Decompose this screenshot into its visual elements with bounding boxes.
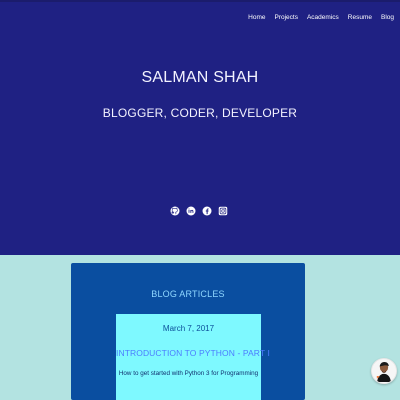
nav-academics[interactable]: Academics	[307, 14, 339, 21]
page: Home Projects Academics Resume Blog SALM…	[0, 0, 400, 400]
hero-tagline: BLOGGER, CODER, DEVELOPER	[102, 106, 298, 120]
facebook-icon[interactable]	[202, 206, 212, 216]
hero-name: SALMAN SHAH	[141, 69, 259, 86]
article-card[interactable]: March 7, 2017 INTRODUCTION TO PYTHON - P…	[116, 314, 270, 400]
article-title[interactable]: INTRODUCTION TO PYTHON - PART I	[116, 348, 270, 358]
blog-articles-panel: BLOG ARTICLES March 7, 2017 INTRODUCTION…	[71, 263, 305, 400]
avatar[interactable]	[371, 358, 397, 384]
github-icon[interactable]	[170, 206, 180, 216]
hero-section: Home Projects Academics Resume Blog SALM…	[0, 0, 400, 255]
linkedin-icon[interactable]	[186, 206, 196, 216]
article-date: March 7, 2017	[162, 324, 215, 333]
instagram-icon[interactable]	[218, 206, 228, 216]
top-border	[0, 0, 400, 2]
article-subtitle: How to get started with Python 3 for Pro…	[118, 370, 259, 377]
blog-articles-heading: BLOG ARTICLES	[151, 289, 225, 299]
social-links	[170, 206, 228, 216]
nav-blog[interactable]: Blog	[381, 14, 394, 21]
top-navigation: Home Projects Academics Resume Blog	[248, 14, 394, 21]
nav-resume[interactable]: Resume	[348, 14, 372, 21]
nav-home[interactable]: Home	[248, 14, 265, 21]
nav-projects[interactable]: Projects	[274, 14, 297, 21]
